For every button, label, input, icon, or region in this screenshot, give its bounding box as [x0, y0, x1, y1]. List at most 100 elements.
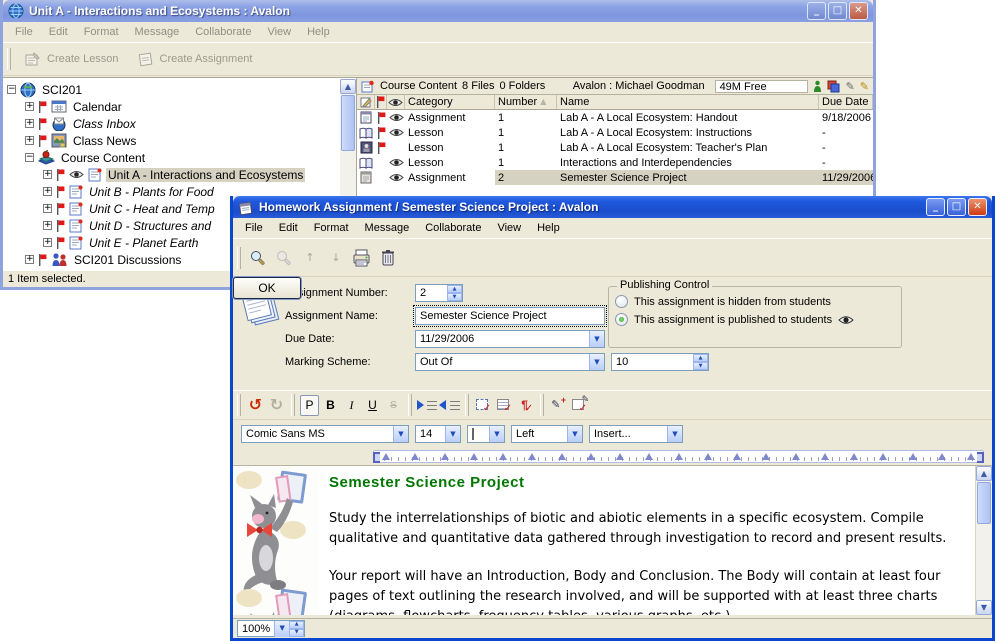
- expand-icon[interactable]: +: [43, 204, 52, 213]
- column-due-date[interactable]: Due Date: [819, 95, 873, 109]
- chevron-down-icon[interactable]: ▼: [667, 426, 682, 442]
- spin-up-icon[interactable]: ▲: [447, 285, 462, 293]
- radio-hidden[interactable]: [615, 295, 628, 308]
- special-char-icon[interactable]: ¶✓: [516, 395, 535, 416]
- menu-edit[interactable]: Edit: [271, 219, 306, 237]
- expand-icon[interactable]: +: [43, 170, 52, 179]
- permissions-pencil-icon[interactable]: ✎: [860, 81, 869, 92]
- maximize-button[interactable]: □: [947, 198, 966, 216]
- file-row[interactable]: Lesson 1 Lab A - A Local Ecosystem: Inst…: [357, 125, 873, 140]
- menu-help[interactable]: Help: [299, 23, 338, 41]
- chevron-down-icon[interactable]: ▼: [274, 621, 289, 637]
- chevron-down-icon[interactable]: ▼: [489, 426, 504, 442]
- expand-icon[interactable]: +: [43, 238, 52, 247]
- toolbar-grip[interactable]: [237, 394, 241, 416]
- strikethrough-button[interactable]: S: [384, 395, 403, 416]
- scroll-up-icon[interactable]: ▲: [976, 466, 992, 481]
- select-paragraph-icon[interactable]: ✓: [474, 395, 493, 416]
- editor-body[interactable]: Semester Science Project Study the inter…: [233, 466, 992, 615]
- underline-button[interactable]: U: [363, 395, 382, 416]
- spin-down-icon[interactable]: ▼: [289, 629, 304, 637]
- menu-file[interactable]: File: [7, 23, 41, 41]
- close-button[interactable]: ✕: [968, 198, 987, 216]
- scroll-up-icon[interactable]: ▲: [340, 79, 356, 94]
- next-icon[interactable]: ↓: [323, 246, 349, 270]
- scrollbar-thumb[interactable]: [341, 95, 355, 151]
- zoom-control[interactable]: 100% ▼ ▲▼: [237, 620, 305, 637]
- menu-view[interactable]: View: [489, 219, 529, 237]
- menu-collaborate[interactable]: Collaborate: [417, 219, 489, 237]
- spin-down-icon[interactable]: ▼: [447, 293, 462, 301]
- font-size-dropdown[interactable]: 14 ▼: [415, 425, 461, 443]
- expand-icon[interactable]: +: [25, 102, 34, 111]
- expand-icon[interactable]: +: [43, 187, 52, 196]
- plain-style-button[interactable]: P: [300, 395, 319, 416]
- hidden-radio-row[interactable]: This assignment is hidden from students: [615, 295, 895, 308]
- print-icon[interactable]: [349, 246, 375, 270]
- tree-item-calendar[interactable]: + Calendar: [3, 98, 356, 115]
- toolbar-grip[interactable]: [7, 48, 11, 70]
- tree-item-class-inbox[interactable]: + Class Inbox: [3, 115, 356, 132]
- delete-icon[interactable]: [375, 246, 401, 270]
- collapse-icon[interactable]: −: [25, 153, 34, 162]
- assignment-number-stepper[interactable]: 2 ▲▼: [415, 284, 463, 302]
- menu-view[interactable]: View: [259, 23, 299, 41]
- chevron-down-icon[interactable]: ▼: [589, 354, 604, 370]
- chevron-down-icon[interactable]: ▼: [393, 426, 408, 442]
- spin-down-icon[interactable]: ▼: [693, 362, 708, 370]
- font-dropdown[interactable]: Comic Sans MS ▼: [241, 425, 409, 443]
- expand-icon[interactable]: +: [25, 255, 34, 264]
- assignment-name-input[interactable]: Semester Science Project: [415, 307, 605, 325]
- edit-check-icon[interactable]: ✓✎: [570, 395, 589, 416]
- menu-message[interactable]: Message: [357, 219, 418, 237]
- select-format-icon[interactable]: ✓: [495, 395, 514, 416]
- search-again-icon[interactable]: [271, 246, 297, 270]
- expand-icon[interactable]: +: [43, 221, 52, 230]
- expand-icon[interactable]: +: [25, 136, 34, 145]
- collapse-icon[interactable]: −: [7, 85, 16, 94]
- file-row[interactable]: Lesson 1 Lab A - A Local Ecosystem: Teac…: [357, 140, 873, 155]
- menu-help[interactable]: Help: [529, 219, 568, 237]
- menu-format[interactable]: Format: [306, 219, 357, 237]
- italic-button[interactable]: I: [342, 395, 361, 416]
- left-margin-marker[interactable]: [373, 452, 380, 463]
- close-button[interactable]: ✕: [849, 2, 868, 20]
- chevron-down-icon[interactable]: ▼: [567, 426, 582, 442]
- file-row[interactable]: Assignment 1 Lab A - A Local Ecosystem: …: [357, 110, 873, 125]
- ok-button[interactable]: OK: [233, 277, 301, 299]
- undo-icon[interactable]: ↺: [246, 395, 265, 416]
- tree-item-class-news[interactable]: + Class News: [3, 132, 356, 149]
- column-category[interactable]: Category: [405, 95, 495, 109]
- due-date-dropdown[interactable]: 11/29/2006 ▼: [415, 330, 605, 348]
- layers-icon[interactable]: [827, 80, 841, 93]
- menu-edit[interactable]: Edit: [41, 23, 76, 41]
- spin-up-icon[interactable]: ▲: [289, 621, 304, 629]
- search-icon[interactable]: [245, 246, 271, 270]
- maximize-button[interactable]: □: [828, 2, 847, 20]
- previous-icon[interactable]: ↑: [297, 246, 323, 270]
- indent-increase-icon[interactable]: [417, 395, 437, 416]
- expand-icon[interactable]: +: [25, 119, 34, 128]
- minimize-button[interactable]: _: [926, 198, 945, 216]
- insert-dropdown[interactable]: Insert... ▼: [589, 425, 683, 443]
- create-assignment-button[interactable]: Create Assignment: [128, 48, 262, 70]
- create-lesson-button[interactable]: Create Lesson: [15, 48, 128, 70]
- tree-item-unit-a[interactable]: + Unit A - Interactions and Ecosystems: [3, 166, 356, 183]
- redo-icon[interactable]: ↻: [267, 395, 286, 416]
- menu-file[interactable]: File: [237, 219, 271, 237]
- scrollbar-thumb[interactable]: [977, 482, 991, 524]
- assignment-text[interactable]: Semester Science Project Study the inter…: [329, 466, 968, 615]
- column-name[interactable]: Name: [557, 95, 819, 109]
- file-row[interactable]: Lesson 1 Interactions and Interdependenc…: [357, 155, 873, 170]
- titlebar[interactable]: Homework Assignment / Semester Science P…: [233, 196, 992, 218]
- scroll-down-icon[interactable]: ▼: [976, 600, 992, 615]
- add-signature-icon[interactable]: ✎+: [549, 395, 568, 416]
- chevron-down-icon[interactable]: ▼: [589, 331, 604, 347]
- menu-collaborate[interactable]: Collaborate: [187, 23, 259, 41]
- chevron-down-icon[interactable]: ▼: [445, 426, 460, 442]
- menu-message[interactable]: Message: [127, 23, 188, 41]
- marking-points-stepper[interactable]: 10 ▲▼: [611, 353, 709, 371]
- column-number[interactable]: Number ▲: [495, 95, 557, 109]
- font-color-dropdown[interactable]: ▼: [467, 425, 505, 443]
- file-row-selected[interactable]: Assignment 2 Semester Science Project 11…: [357, 170, 873, 185]
